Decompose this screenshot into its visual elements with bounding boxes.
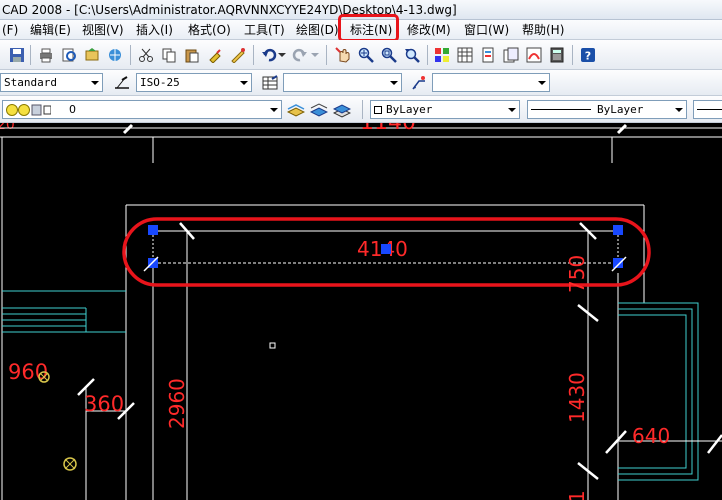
drawing-canvas[interactable]: 20 1140 4140 bbox=[0, 110, 722, 500]
chevron-down-icon bbox=[387, 74, 401, 91]
undo-dropdown-chevron-down-icon[interactable] bbox=[277, 46, 287, 64]
wall-block-right-mid bbox=[618, 308, 693, 475]
publish-icon[interactable] bbox=[83, 46, 101, 64]
menu-help[interactable]: 帮助(H) bbox=[520, 22, 566, 38]
chevron-down-icon bbox=[672, 101, 686, 118]
lineweight-preview bbox=[697, 109, 722, 110]
match-properties-icon[interactable] bbox=[206, 46, 224, 64]
dimension-menu-highlight bbox=[338, 14, 399, 42]
layer-manager-icon[interactable] bbox=[333, 101, 351, 119]
text-style-select[interactable]: Standard bbox=[0, 73, 103, 92]
make-current-layer-icon[interactable] bbox=[287, 101, 305, 119]
menu-view[interactable]: 视图(V) bbox=[80, 22, 126, 38]
dim-bottom-partial: 1 bbox=[565, 490, 589, 500]
cursor-pickbox bbox=[269, 342, 276, 349]
chevron-down-icon bbox=[267, 101, 281, 118]
menu-file[interactable]: (F) bbox=[0, 22, 20, 38]
dim-2960-text: 2960 bbox=[165, 378, 189, 429]
menu-insert[interactable]: 插入(I) bbox=[134, 22, 175, 38]
help-icon[interactable]: ? bbox=[579, 46, 597, 64]
multileader-style-select[interactable] bbox=[432, 73, 550, 92]
layer-state-icons bbox=[6, 104, 51, 116]
menu-draw[interactable]: 绘图(D) bbox=[294, 22, 341, 38]
dimension-style-icon[interactable] bbox=[113, 74, 131, 92]
grip-bottom-right[interactable] bbox=[613, 258, 623, 268]
color-swatch bbox=[374, 106, 382, 114]
block-editor-icon[interactable] bbox=[229, 46, 247, 64]
menu-bar: (F) 编辑(E) 视图(V) 插入(I) 格式(O) 工具(T) 绘图(D) … bbox=[0, 14, 722, 42]
dim-640-text: 640 bbox=[632, 424, 670, 448]
markup-set-manager-icon[interactable] bbox=[525, 46, 543, 64]
plot-preview-icon[interactable] bbox=[60, 46, 78, 64]
quickcalc-icon[interactable] bbox=[548, 46, 566, 64]
chevron-down-icon bbox=[505, 101, 519, 118]
tick-top-right bbox=[616, 123, 628, 135]
etransmit-icon[interactable] bbox=[106, 46, 124, 64]
zoom-previous-icon[interactable] bbox=[403, 46, 421, 64]
design-center-icon[interactable] bbox=[456, 46, 474, 64]
chevron-down-icon bbox=[535, 74, 549, 91]
properties-icon[interactable] bbox=[433, 46, 451, 64]
lineweight-control-select[interactable] bbox=[693, 100, 722, 119]
dimension-style-select[interactable]: ISO-25 bbox=[136, 73, 252, 92]
sheet-set-manager-icon[interactable] bbox=[502, 46, 520, 64]
tool-palettes-icon[interactable] bbox=[479, 46, 497, 64]
multileader-style-icon[interactable] bbox=[410, 74, 428, 92]
print-icon[interactable] bbox=[37, 46, 55, 64]
tick-640-left bbox=[605, 430, 627, 454]
dim-1430-text: 1430 bbox=[565, 372, 589, 423]
grip-top-left[interactable] bbox=[148, 225, 158, 235]
styles-toolbar: Standard ISO-25 bbox=[0, 70, 722, 96]
undo-icon[interactable] bbox=[260, 46, 278, 64]
zoom-realtime-icon[interactable] bbox=[357, 46, 375, 64]
zoom-window-icon[interactable] bbox=[380, 46, 398, 64]
grip-text[interactable] bbox=[381, 244, 391, 254]
menu-modify[interactable]: 修改(M) bbox=[405, 22, 453, 38]
drawing-svg[interactable]: 20 1140 4140 bbox=[0, 110, 722, 500]
menu-window[interactable]: 窗口(W) bbox=[462, 22, 511, 38]
pan-icon[interactable] bbox=[334, 46, 352, 64]
dim-750-text: 750 bbox=[565, 255, 589, 293]
standard-toolbar: ? bbox=[0, 40, 722, 70]
copy-icon[interactable] bbox=[160, 46, 178, 64]
current-layer-name: 0 bbox=[69, 103, 76, 116]
cut-icon[interactable] bbox=[137, 46, 155, 64]
redo-dropdown-chevron-down-icon[interactable] bbox=[310, 46, 320, 64]
grip-top-right[interactable] bbox=[613, 225, 623, 235]
tick-top-left bbox=[122, 123, 134, 135]
save-icon[interactable] bbox=[8, 46, 26, 64]
chevron-down-icon bbox=[88, 74, 102, 91]
paste-icon[interactable] bbox=[183, 46, 201, 64]
autocad-window: CAD 2008 - [C:\Users\Administrator.AQRVN… bbox=[0, 0, 722, 500]
table-style-icon[interactable] bbox=[261, 74, 279, 92]
table-style-select[interactable] bbox=[283, 73, 402, 92]
menu-edit[interactable]: 编辑(E) bbox=[28, 22, 73, 38]
tick-640-right bbox=[707, 434, 722, 454]
linetype-control-select[interactable]: ByLayer bbox=[527, 100, 687, 119]
menu-tools[interactable]: 工具(T) bbox=[242, 22, 287, 38]
menu-format[interactable]: 格式(O) bbox=[186, 22, 233, 38]
chevron-down-icon bbox=[237, 74, 251, 91]
dim-top-partial: 1140 bbox=[360, 123, 416, 135]
linetype-preview bbox=[531, 109, 591, 110]
layers-toolbar: 0 ByLayer ByLayer bbox=[0, 96, 722, 123]
layer-previous-icon[interactable] bbox=[310, 101, 328, 119]
svg-text:?: ? bbox=[585, 50, 591, 63]
layer-select[interactable]: 0 bbox=[2, 100, 282, 119]
redo-icon[interactable] bbox=[291, 46, 309, 64]
color-control-select[interactable]: ByLayer bbox=[370, 100, 520, 119]
dim-360-text: 360 bbox=[84, 392, 124, 416]
